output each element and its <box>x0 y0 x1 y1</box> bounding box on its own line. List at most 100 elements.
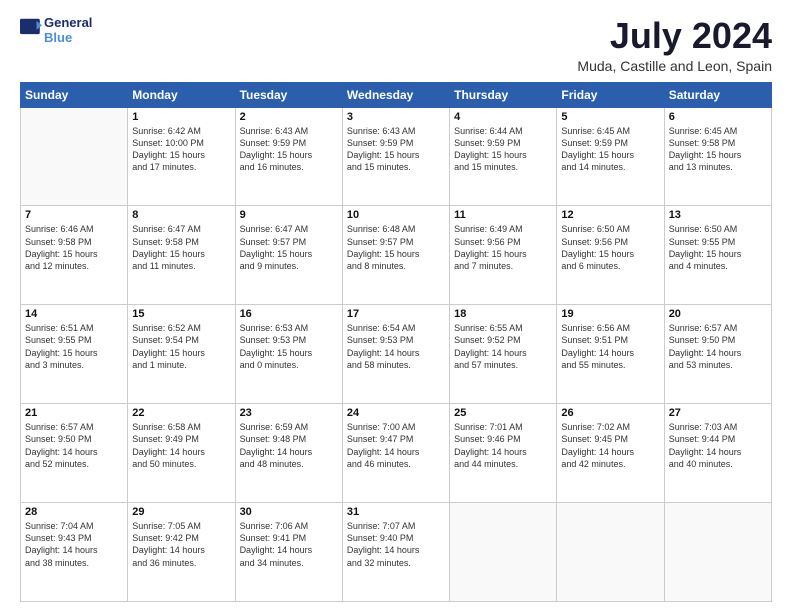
calendar-cell: 26 Sunrise: 7:02 AM Sunset: 9:45 PM Dayli… <box>557 404 664 503</box>
month-title: July 2024 <box>577 16 772 56</box>
calendar-cell: 27Sunrise: 7:03 AM Sunset: 9:44 PM Dayli… <box>664 404 771 503</box>
day-number: 24 <box>347 407 445 419</box>
calendar-cell: 15Sunrise: 6:52 AM Sunset: 9:54 PM Dayli… <box>128 305 235 404</box>
calendar-header-row: SundayMondayTuesdayWednesdayThursdayFrid… <box>21 82 772 107</box>
calendar-cell: 10Sunrise: 6:48 AM Sunset: 9:57 PM Dayli… <box>342 206 449 305</box>
calendar-cell: 21 Sunrise: 6:57 AM Sunset: 9:50 PM Dayli… <box>21 404 128 503</box>
day-info: Sunrise: 7:06 AM Sunset: 9:41 PM Dayligh… <box>240 520 338 569</box>
calendar-cell: 14Sunrise: 6:51 AM Sunset: 9:55 PM Dayli… <box>21 305 128 404</box>
day-number: 8 <box>132 209 230 221</box>
calendar-cell: 11 Sunrise: 6:49 AM Sunset: 9:56 PM Dayli… <box>450 206 557 305</box>
day-number: 6 <box>669 111 767 123</box>
logo: General Blue <box>20 16 92 45</box>
day-number: 27 <box>669 407 767 419</box>
day-info: Sunrise: 6:55 AM Sunset: 9:52 PM Dayligh… <box>454 322 552 371</box>
day-number: 13 <box>669 209 767 221</box>
day-info: Sunrise: 6:49 AM Sunset: 9:56 PM Dayligh… <box>454 223 552 272</box>
day-number: 26 <box>561 407 659 419</box>
day-number: 31 <box>347 506 445 518</box>
logo-text-line2: Blue <box>44 31 92 45</box>
day-number: 10 <box>347 209 445 221</box>
calendar-cell <box>450 503 557 602</box>
day-info: Sunrise: 6:47 AM Sunset: 9:58 PM Dayligh… <box>132 223 230 272</box>
day-info: Sunrise: 6:53 AM Sunset: 9:53 PM Dayligh… <box>240 322 338 371</box>
calendar-cell: 16 Sunrise: 6:53 AM Sunset: 9:53 PM Dayli… <box>235 305 342 404</box>
day-info: Sunrise: 7:00 AM Sunset: 9:47 PM Dayligh… <box>347 421 445 470</box>
calendar-week-3: 14Sunrise: 6:51 AM Sunset: 9:55 PM Dayli… <box>21 305 772 404</box>
day-number: 25 <box>454 407 552 419</box>
calendar-week-4: 21 Sunrise: 6:57 AM Sunset: 9:50 PM Dayli… <box>21 404 772 503</box>
day-info: Sunrise: 6:46 AM Sunset: 9:58 PM Dayligh… <box>25 223 123 272</box>
calendar-cell: 29Sunrise: 7:05 AM Sunset: 9:42 PM Dayli… <box>128 503 235 602</box>
calendar-cell: 31 Sunrise: 7:07 AM Sunset: 9:40 PM Dayli… <box>342 503 449 602</box>
day-info: Sunrise: 6:57 AM Sunset: 9:50 PM Dayligh… <box>25 421 123 470</box>
title-block: July 2024 Muda, Castille and Leon, Spain <box>577 16 772 74</box>
calendar-cell: 7 Sunrise: 6:46 AM Sunset: 9:58 PM Daylig… <box>21 206 128 305</box>
day-number: 17 <box>347 308 445 320</box>
calendar-cell: 9Sunrise: 6:47 AM Sunset: 9:57 PM Daylig… <box>235 206 342 305</box>
calendar-table: SundayMondayTuesdayWednesdayThursdayFrid… <box>20 82 772 602</box>
calendar-cell: 20Sunrise: 6:57 AM Sunset: 9:50 PM Dayli… <box>664 305 771 404</box>
day-info: Sunrise: 6:50 AM Sunset: 9:56 PM Dayligh… <box>561 223 659 272</box>
page-header: General Blue July 2024 Muda, Castille an… <box>20 16 772 74</box>
calendar-cell: 1 Sunrise: 6:42 AM Sunset: 10:00 PM Dayli… <box>128 107 235 206</box>
day-info: Sunrise: 6:45 AM Sunset: 9:59 PM Dayligh… <box>561 125 659 174</box>
day-number: 18 <box>454 308 552 320</box>
day-number: 1 <box>132 111 230 123</box>
day-info: Sunrise: 6:52 AM Sunset: 9:54 PM Dayligh… <box>132 322 230 371</box>
calendar-cell: 8 Sunrise: 6:47 AM Sunset: 9:58 PM Daylig… <box>128 206 235 305</box>
calendar-header-friday: Friday <box>557 82 664 107</box>
day-info: Sunrise: 6:54 AM Sunset: 9:53 PM Dayligh… <box>347 322 445 371</box>
calendar-cell: 5 Sunrise: 6:45 AM Sunset: 9:59 PM Daylig… <box>557 107 664 206</box>
day-number: 22 <box>132 407 230 419</box>
day-info: Sunrise: 7:04 AM Sunset: 9:43 PM Dayligh… <box>25 520 123 569</box>
location: Muda, Castille and Leon, Spain <box>577 58 772 74</box>
calendar-header-thursday: Thursday <box>450 82 557 107</box>
calendar-cell: 6 Sunrise: 6:45 AM Sunset: 9:58 PM Daylig… <box>664 107 771 206</box>
day-info: Sunrise: 7:07 AM Sunset: 9:40 PM Dayligh… <box>347 520 445 569</box>
calendar-cell: 24 Sunrise: 7:00 AM Sunset: 9:47 PM Dayli… <box>342 404 449 503</box>
day-info: Sunrise: 6:59 AM Sunset: 9:48 PM Dayligh… <box>240 421 338 470</box>
calendar-cell: 3Sunrise: 6:43 AM Sunset: 9:59 PM Daylig… <box>342 107 449 206</box>
calendar-week-2: 7 Sunrise: 6:46 AM Sunset: 9:58 PM Daylig… <box>21 206 772 305</box>
calendar-header-sunday: Sunday <box>21 82 128 107</box>
day-number: 5 <box>561 111 659 123</box>
day-info: Sunrise: 6:42 AM Sunset: 10:00 PM Daylig… <box>132 125 230 174</box>
day-info: Sunrise: 7:02 AM Sunset: 9:45 PM Dayligh… <box>561 421 659 470</box>
calendar-cell: 2Sunrise: 6:43 AM Sunset: 9:59 PM Daylig… <box>235 107 342 206</box>
calendar-header-monday: Monday <box>128 82 235 107</box>
calendar-week-1: 1 Sunrise: 6:42 AM Sunset: 10:00 PM Dayli… <box>21 107 772 206</box>
day-info: Sunrise: 6:51 AM Sunset: 9:55 PM Dayligh… <box>25 322 123 371</box>
calendar-week-5: 28 Sunrise: 7:04 AM Sunset: 9:43 PM Dayli… <box>21 503 772 602</box>
day-info: Sunrise: 6:44 AM Sunset: 9:59 PM Dayligh… <box>454 125 552 174</box>
logo-text-line1: General <box>44 16 92 30</box>
day-number: 16 <box>240 308 338 320</box>
calendar-header-tuesday: Tuesday <box>235 82 342 107</box>
calendar-cell: 19Sunrise: 6:56 AM Sunset: 9:51 PM Dayli… <box>557 305 664 404</box>
calendar-cell: 4Sunrise: 6:44 AM Sunset: 9:59 PM Daylig… <box>450 107 557 206</box>
day-number: 28 <box>25 506 123 518</box>
day-info: Sunrise: 6:50 AM Sunset: 9:55 PM Dayligh… <box>669 223 767 272</box>
day-number: 29 <box>132 506 230 518</box>
calendar-cell <box>557 503 664 602</box>
day-info: Sunrise: 6:57 AM Sunset: 9:50 PM Dayligh… <box>669 322 767 371</box>
day-number: 11 <box>454 209 552 221</box>
calendar-header-saturday: Saturday <box>664 82 771 107</box>
calendar-cell: 25Sunrise: 7:01 AM Sunset: 9:46 PM Dayli… <box>450 404 557 503</box>
day-number: 7 <box>25 209 123 221</box>
calendar-header-wednesday: Wednesday <box>342 82 449 107</box>
day-number: 21 <box>25 407 123 419</box>
calendar-cell <box>21 107 128 206</box>
calendar-cell: 23Sunrise: 6:59 AM Sunset: 9:48 PM Dayli… <box>235 404 342 503</box>
day-number: 12 <box>561 209 659 221</box>
calendar-cell: 18 Sunrise: 6:55 AM Sunset: 9:52 PM Dayli… <box>450 305 557 404</box>
calendar-cell: 30Sunrise: 7:06 AM Sunset: 9:41 PM Dayli… <box>235 503 342 602</box>
calendar-cell <box>664 503 771 602</box>
logo-icon <box>20 16 42 38</box>
day-info: Sunrise: 6:45 AM Sunset: 9:58 PM Dayligh… <box>669 125 767 174</box>
calendar-cell: 13 Sunrise: 6:50 AM Sunset: 9:55 PM Dayli… <box>664 206 771 305</box>
calendar-cell: 28 Sunrise: 7:04 AM Sunset: 9:43 PM Dayli… <box>21 503 128 602</box>
day-number: 2 <box>240 111 338 123</box>
day-info: Sunrise: 6:58 AM Sunset: 9:49 PM Dayligh… <box>132 421 230 470</box>
calendar-cell: 22 Sunrise: 6:58 AM Sunset: 9:49 PM Dayli… <box>128 404 235 503</box>
